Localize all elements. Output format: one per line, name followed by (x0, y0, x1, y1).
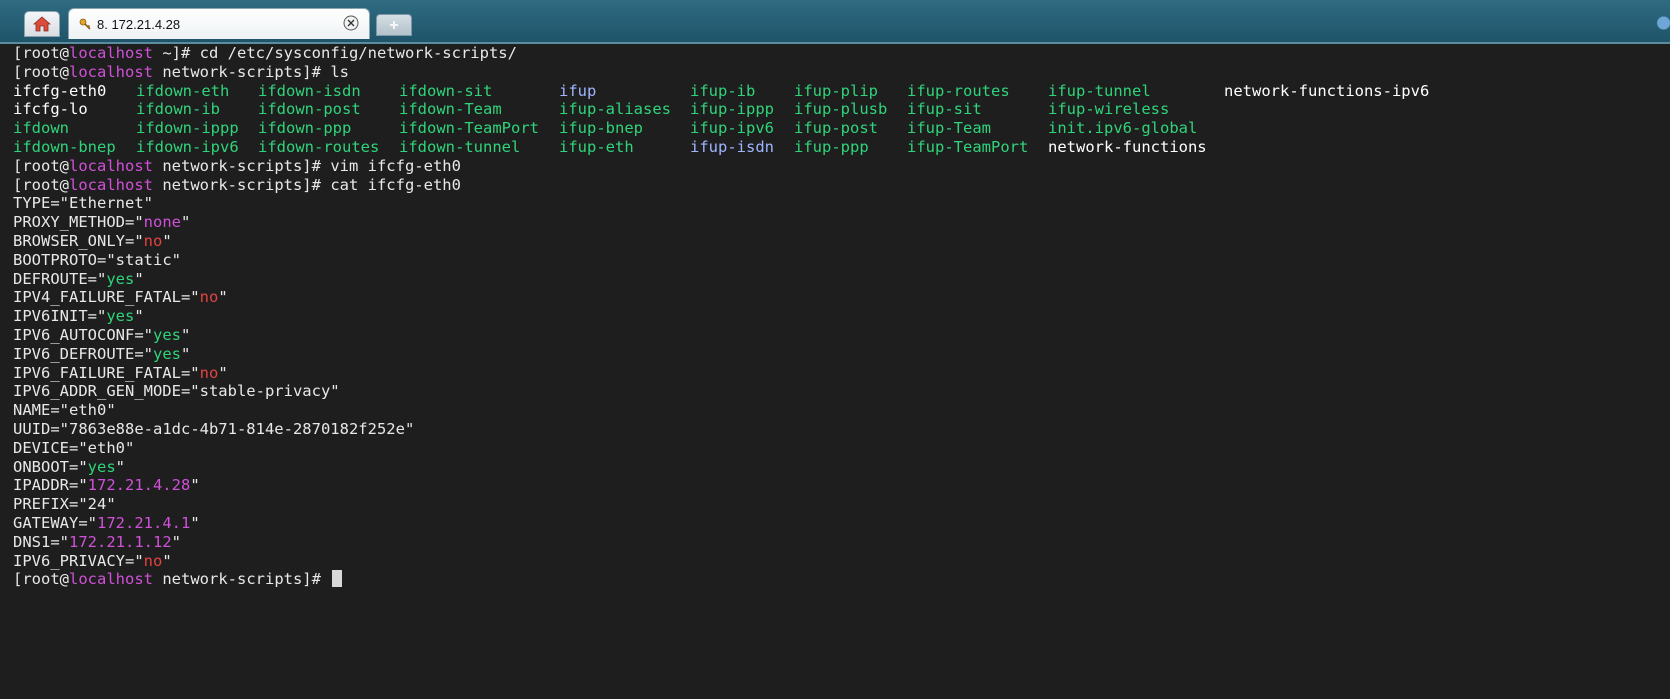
close-icon[interactable] (343, 15, 359, 31)
config-line: ONBOOT="yes" (13, 457, 125, 476)
command-line: [root@localhost network-scripts]# cat if… (13, 175, 461, 194)
tab-title: 8. 172.21.4.28 (97, 16, 181, 32)
config-line: GATEWAY="172.21.4.1" (13, 513, 200, 532)
command-line: [root@localhost ~]# cd /etc/sysconfig/ne… (13, 44, 517, 62)
command-line[interactable]: [root@localhost network-scripts]# (13, 570, 1653, 589)
plus-icon (390, 21, 398, 29)
command-line: [root@localhost network-scripts]# ls (13, 62, 349, 81)
tab-session[interactable]: 8. 172.21.4.28 (68, 8, 370, 39)
home-tab[interactable] (24, 11, 60, 37)
config-line: TYPE="Ethernet" (13, 194, 153, 213)
config-line: DNS1="172.21.1.12" (13, 532, 181, 551)
config-line: IPV6_FAILURE_FATAL="no" (13, 363, 228, 382)
ls-output-row: ifdown-bnep ifdown-ipv6 ifdown-routes ifdow… (13, 137, 1207, 156)
config-line: IPV6_DEFROUTE="yes" (13, 344, 191, 363)
config-line: IPV6_PRIVACY="no" (13, 551, 172, 570)
status-indicator (1654, 12, 1670, 34)
text-cursor (332, 570, 343, 588)
tab-bar: 8. 172.21.4.28 (0, 0, 1670, 44)
new-tab-button[interactable] (376, 14, 412, 36)
config-line: NAME="eth0" (13, 401, 116, 420)
config-line: BROWSER_ONLY="no" (13, 231, 172, 250)
config-line: BOOTPROTO="static" (13, 250, 181, 269)
ls-output-row: ifcfg-lo ifdown-ib ifdown-post ifdown-Team i… (13, 100, 1170, 119)
ls-output-row: ifdown ifdown-ippp ifdown-ppp ifdown-TeamPo… (13, 119, 1198, 138)
config-line: DEVICE="eth0" (13, 438, 135, 457)
config-line: PROXY_METHOD="none" (13, 213, 191, 232)
config-line: IPV6_ADDR_GEN_MODE="stable-privacy" (13, 382, 340, 401)
config-line: IPV6_AUTOCONF="yes" (13, 325, 191, 344)
config-line: PREFIX="24" (13, 495, 116, 514)
config-line: IPV6INIT="yes" (13, 307, 144, 326)
config-line: DEFROUTE="yes" (13, 269, 144, 288)
key-icon (79, 18, 91, 30)
config-line: IPADDR="172.21.4.28" (13, 476, 200, 495)
ls-output-row: ifcfg-eth0 ifdown-eth ifdown-isdn ifdown-si… (13, 81, 1430, 100)
terminal-output[interactable]: [root@localhost ~]# cd /etc/sysconfig/ne… (13, 44, 1653, 684)
home-icon (33, 16, 51, 32)
config-line: IPV4_FAILURE_FATAL="no" (13, 288, 228, 307)
config-line: UUID="7863e88e-a1dc-4b71-814e-2870182f25… (13, 419, 415, 438)
command-line: [root@localhost network-scripts]# vim if… (13, 156, 461, 175)
